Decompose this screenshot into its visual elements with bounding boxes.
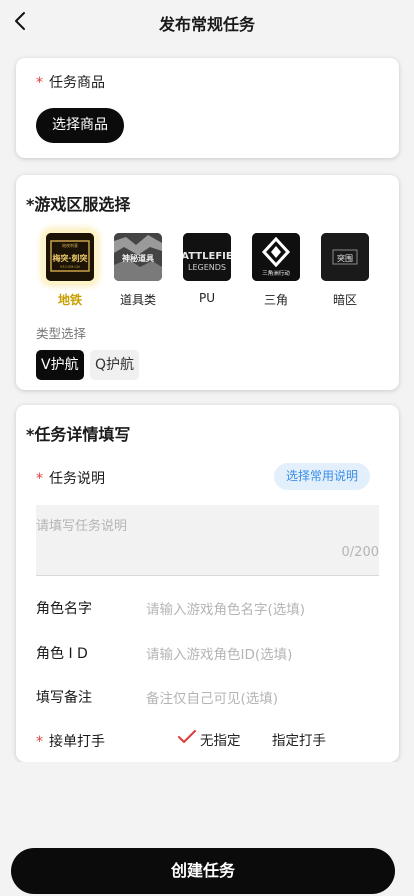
svg-text:神秘道具: 神秘道具 (122, 253, 154, 263)
pubg-game-icon: ATTLEFIE LEGENDS (183, 233, 231, 281)
metro-game-icon: 暗夜刺客 梅突·刺突 EF.COM.CN (46, 233, 94, 281)
required-mark: * (36, 734, 43, 750)
option-no-assign[interactable]: 无指定 (200, 729, 241, 749)
note-input[interactable]: 备注仅自己可见(选填) (146, 687, 278, 707)
create-task-button[interactable]: 创建任务 (11, 848, 395, 894)
svg-text:三角洲行动: 三角洲行动 (262, 269, 290, 277)
task-desc-label: * 任务说明 (36, 471, 105, 487)
task-details-card: *任务详情填写 * 任务说明 选择常用说明 请填写任务说明 0/200 角色名字 … (16, 405, 399, 762)
svg-text:LEGENDS: LEGENDS (188, 263, 226, 272)
svg-text:暗夜刺客: 暗夜刺客 (62, 242, 78, 248)
option-assign-player[interactable]: 指定打手 (272, 729, 326, 749)
dark-zone-game-icon: 突围 (321, 233, 369, 281)
page-title: 发布常规任务 (158, 15, 255, 34)
server-label-dark-zone: 暗区 (332, 293, 357, 307)
role-id-input[interactable]: 请输入游戏角色ID(选填) (146, 643, 292, 663)
product-label: * 任务商品 (36, 75, 105, 91)
note-label: 填写备注 (36, 690, 92, 706)
svg-text:突围: 突围 (337, 253, 353, 263)
type-select-label: 类型选择 (36, 326, 87, 341)
svg-text:ATTLEFIE: ATTLEFIE (183, 251, 231, 262)
role-id-label: 角色 I D (36, 646, 88, 662)
server-label-props: 道具类 (119, 293, 156, 307)
svg-text:EF.COM.CN: EF.COM.CN (60, 265, 80, 269)
server-item-props[interactable]: 神秘道具 道具类 (108, 233, 168, 308)
server-item-pu[interactable]: ATTLEFIE LEGENDS PU (177, 233, 237, 305)
details-section-title: *任务详情填写 (26, 425, 131, 444)
char-counter: 0/200 (341, 545, 379, 560)
checkmark-icon (178, 730, 196, 743)
type-chip-q-escort[interactable]: Q护航 (90, 350, 140, 380)
role-name-label: 角色名字 (36, 601, 92, 617)
task-desc-textarea[interactable]: 请填写任务说明 0/200 (36, 505, 379, 576)
role-name-input[interactable]: 请输入游戏角色名字(选填) (146, 598, 305, 618)
server-label-pu: PU (198, 291, 216, 305)
type-chip-v-escort[interactable]: V护航 (36, 350, 84, 380)
header: 发布常规任务 (0, 0, 414, 44)
svg-text:梅突·刺突: 梅突·刺突 (52, 253, 87, 263)
product-card: * 任务商品 选择商品 (16, 58, 399, 158)
props-game-icon: 神秘道具 (114, 233, 162, 281)
required-mark: * (36, 471, 43, 487)
server-item-delta[interactable]: 三角洲行动 三角 (246, 233, 306, 308)
server-item-metro[interactable]: 暗夜刺客 梅突·刺突 EF.COM.CN 地铁 (40, 233, 100, 308)
server-label-delta: 三角 (263, 293, 288, 307)
required-mark: * (36, 75, 43, 91)
server-section-title: *游戏区服选择 (26, 195, 131, 214)
server-item-dark-zone[interactable]: 突围 暗区 (315, 233, 375, 308)
player-label: * 接单打手 (36, 734, 105, 750)
task-desc-placeholder: 请填写任务说明 (36, 519, 128, 534)
server-label-metro: 地铁 (57, 293, 82, 307)
server-card: *游戏区服选择 暗夜刺客 梅突·刺突 EF.COM.CN 地铁 神秘道具 道具类 (16, 175, 399, 390)
delta-game-icon: 三角洲行动 (252, 233, 300, 281)
select-product-button[interactable]: 选择商品 (36, 108, 124, 143)
select-common-desc-button[interactable]: 选择常用说明 (274, 463, 370, 490)
